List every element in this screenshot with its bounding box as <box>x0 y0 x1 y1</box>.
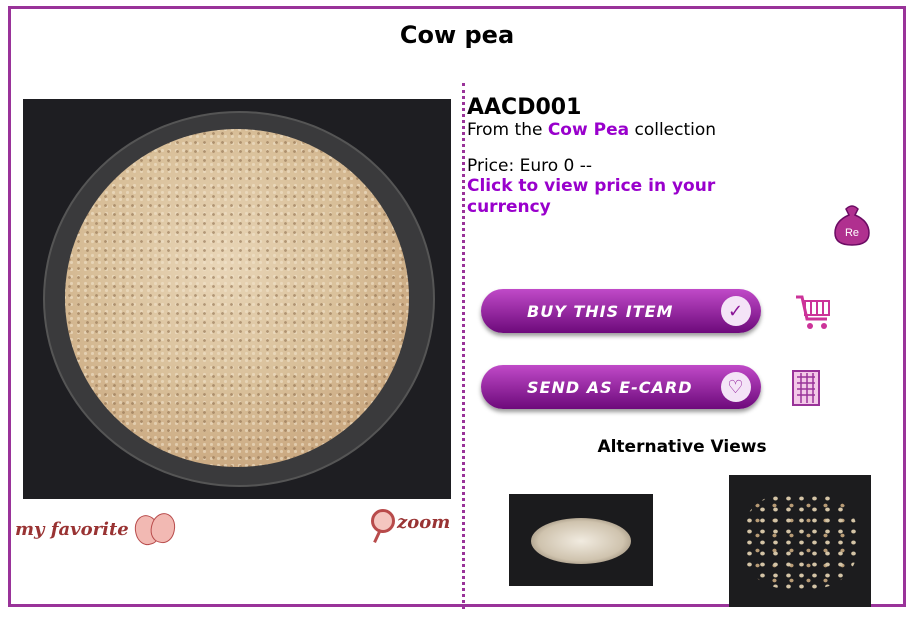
product-main-image[interactable] <box>23 99 451 499</box>
buy-item-label: BUY THIS ITEM <box>527 301 674 321</box>
my-favorite-button[interactable]: my favorite <box>15 510 178 548</box>
greeting-card-icon[interactable] <box>789 367 823 409</box>
price-text: Price: Euro 0 -- <box>467 156 593 176</box>
product-code: AACD001 <box>467 95 582 120</box>
zoom-label: zoom <box>397 512 451 533</box>
alternative-view-thumbnail[interactable] <box>729 475 871 607</box>
currency-link[interactable]: Click to view price in your currency <box>467 176 797 218</box>
vertical-divider <box>462 83 465 609</box>
money-bag-label: Re <box>845 227 859 239</box>
collection-prefix: From the <box>467 120 543 140</box>
collection-link[interactable]: Cow Pea <box>548 120 629 140</box>
theater-masks-icon <box>131 510 178 548</box>
money-bag-icon[interactable]: Re <box>829 203 875 247</box>
send-ecard-label: SEND AS E-CARD <box>527 377 693 397</box>
heart-icon: ♡ <box>721 372 751 402</box>
product-frame: Cow pea my favorite zoom AACD001 From th… <box>8 6 906 609</box>
alternative-view-thumbnail[interactable] <box>509 494 653 586</box>
page-title: Cow pea <box>399 21 515 49</box>
checkmark-icon: ✓ <box>721 296 751 326</box>
zoom-button[interactable]: zoom <box>371 509 450 533</box>
shopping-cart-icon[interactable] <box>793 291 833 333</box>
send-ecard-button[interactable]: SEND AS E-CARD ♡ <box>481 365 761 409</box>
product-details: AACD001 From the Cow Pea collection Pric… <box>467 89 897 607</box>
buy-item-button[interactable]: BUY THIS ITEM ✓ <box>481 289 761 333</box>
my-favorite-label: my favorite <box>15 518 129 540</box>
collection-line: From the Cow Pea collection <box>467 120 897 140</box>
beans-graphic <box>65 129 409 467</box>
collection-suffix: collection <box>634 120 717 140</box>
alternative-views-title: Alternative Views <box>597 437 767 457</box>
magnifier-icon <box>371 509 395 533</box>
